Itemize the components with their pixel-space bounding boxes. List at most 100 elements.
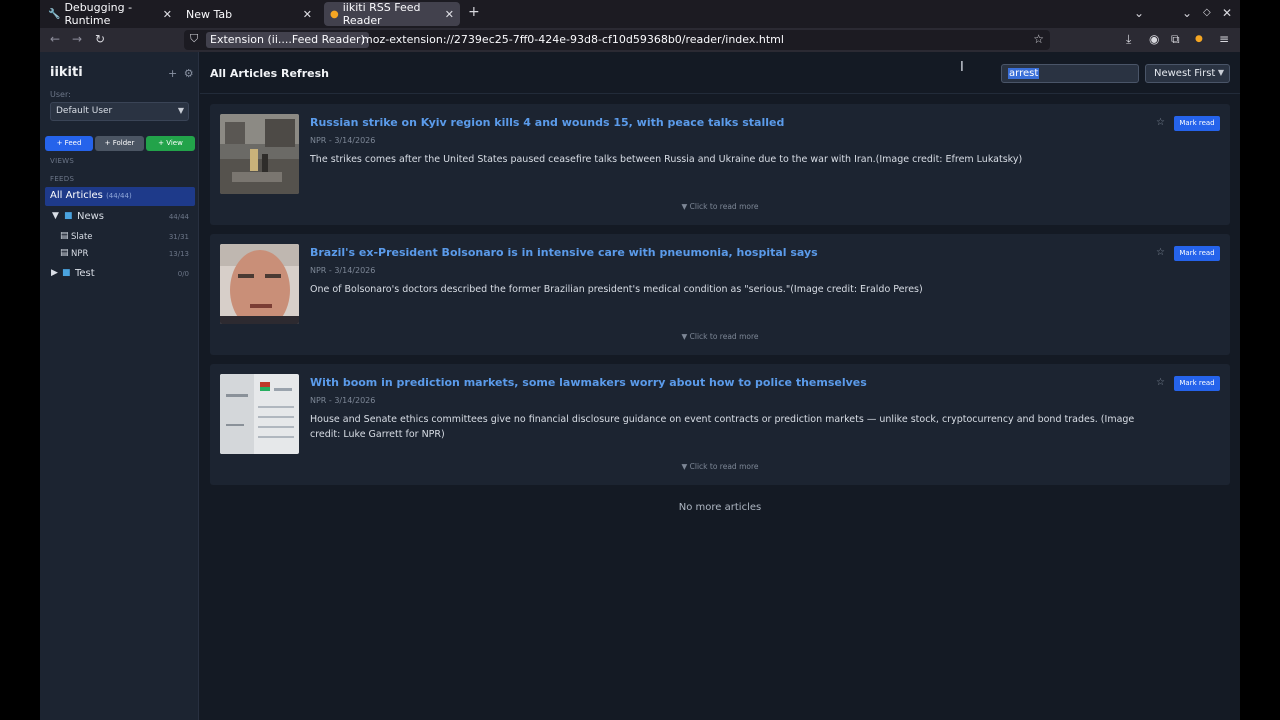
sidebar: iikiti + ⚙ User: Default User ▼ + Feed +… [40, 52, 199, 720]
star-icon[interactable]: ☆ [1156, 377, 1165, 388]
reload-icon[interactable]: ↻ [95, 32, 105, 46]
back-arrow-icon[interactable]: ← [50, 32, 60, 46]
gear-icon[interactable]: ⚙ [184, 67, 194, 80]
feed-name: NPR [71, 249, 89, 259]
extensions-puzzle-icon[interactable]: ⧉ [1171, 32, 1180, 47]
article-title[interactable]: Brazil's ex-President Bolsonaro is in in… [310, 246, 818, 259]
download-icon[interactable]: ⤓ [1126, 32, 1131, 47]
extension-favicon-icon: ● [330, 8, 339, 20]
article-card: Russian strike on Kyiv region kills 4 an… [210, 104, 1230, 225]
search-input[interactable]: arrest [1001, 64, 1139, 83]
search-input-value: arrest [1008, 68, 1040, 79]
article-thumbnail-bolsonaro[interactable] [220, 244, 299, 324]
sort-select-value: Newest First [1154, 68, 1216, 79]
add-feed-button[interactable]: + Feed [45, 136, 93, 151]
browser-window: 🔧 Debugging - Runtime ✕ New Tab ✕ ● iiki… [40, 0, 1240, 720]
read-more-toggle[interactable]: ▼ Click to read more [210, 462, 1230, 471]
feed-npr[interactable]: ▤ NPR 13/13 [40, 247, 198, 263]
bookmark-star-icon[interactable]: ☆ [1033, 32, 1044, 46]
extension-identity-chip[interactable]: Extension (ii....Feed Reader) [206, 32, 369, 48]
read-more-toggle[interactable]: ▼ Click to read more [210, 332, 1230, 341]
tab-label: New Tab [186, 7, 233, 21]
article-description: The strikes comes after the United State… [310, 154, 1023, 165]
article-description: House and Senate ethics committees give … [310, 414, 1135, 440]
views-section-label: VIEWS [50, 157, 75, 165]
folder-name: News [77, 211, 105, 222]
reader-page: iikiti + ⚙ User: Default User ▼ + Feed +… [40, 52, 1240, 720]
folder-test[interactable]: ▶ ■ Test 0/0 [40, 267, 198, 283]
article-meta: NPR - 3/14/2026 [310, 396, 376, 405]
star-icon[interactable]: ☆ [1156, 117, 1165, 128]
article-card: With boom in prediction markets, some la… [210, 364, 1230, 485]
app-brand: iikiti [50, 65, 83, 80]
feed-count: 13/13 [168, 250, 189, 258]
folder-count: 0/0 [177, 270, 189, 278]
chevron-down-icon: ▼ [177, 106, 184, 115]
feed-slate[interactable]: ▤ Slate 31/31 [40, 230, 198, 246]
tab-label: iikiti RSS Feed Reader [342, 1, 421, 27]
maximize-icon[interactable]: ◇ [1203, 7, 1211, 18]
article-title[interactable]: Russian strike on Kyiv region kills 4 an… [310, 116, 784, 129]
user-select[interactable]: Default User ▼ [50, 102, 189, 121]
user-label: User: [50, 90, 71, 99]
url-bar[interactable]: ⛉ Extension (ii....Feed Reader) moz-exte… [184, 30, 1050, 50]
feed-count: 31/31 [168, 233, 189, 241]
new-tab-plus-icon[interactable]: + [468, 4, 480, 20]
text-cursor-icon: I [960, 60, 964, 75]
close-icon[interactable]: ✕ [163, 8, 172, 21]
window-close-icon[interactable]: ✕ [1222, 6, 1232, 20]
user-select-value: Default User [56, 106, 113, 116]
sidebar-tools: + ⚙ [168, 67, 194, 80]
sort-select[interactable]: Newest First ▼ [1145, 64, 1230, 83]
folder-count: 44/44 [168, 213, 189, 221]
feed-icon: ▤ [60, 231, 69, 241]
tab-rss-reader[interactable]: ● iikiti RSS Feed Reader ✕ [324, 1, 460, 27]
wrench-icon: 🔧 [48, 8, 61, 20]
main-header: All Articles Refresh I arrest Newest Fir… [200, 52, 1240, 94]
mark-read-button[interactable]: Mark read [1174, 246, 1220, 261]
close-icon[interactable]: ✕ [445, 8, 454, 21]
article-thumbnail-prediction-markets[interactable] [220, 374, 299, 454]
feed-icon: ▤ [60, 248, 69, 258]
mark-read-button[interactable]: Mark read [1174, 116, 1220, 131]
all-articles-label: All Articles (44/44) [50, 190, 132, 201]
folder-icon: ■ [64, 211, 73, 221]
minimize-icon[interactable]: ⌄ [1182, 6, 1192, 20]
tab-new-tab[interactable]: New Tab ✕ [180, 2, 318, 26]
folder-name: Test [75, 268, 95, 279]
all-articles-item[interactable]: All Articles (44/44) [45, 187, 195, 206]
page-title: All Articles Refresh [210, 67, 329, 80]
article-meta: NPR - 3/14/2026 [310, 266, 376, 275]
add-folder-button[interactable]: + Folder [95, 136, 144, 151]
mark-read-button[interactable]: Mark read [1174, 376, 1220, 391]
folder-news[interactable]: ▼ ■ News 44/44 [40, 210, 198, 226]
star-icon[interactable]: ☆ [1156, 247, 1165, 258]
article-description: One of Bolsonaro's doctors described the… [310, 284, 923, 295]
close-icon[interactable]: ✕ [303, 8, 312, 21]
collapsed-triangle-icon[interactable]: ▶ [51, 268, 58, 278]
tab-list-chevron-icon[interactable]: ⌄ [1134, 6, 1144, 20]
tab-label: Debugging - Runtime [64, 1, 133, 27]
rss-extension-icon[interactable]: ● [1195, 34, 1203, 44]
menu-hamburger-icon[interactable]: ≡ [1219, 32, 1229, 46]
read-more-toggle[interactable]: ▼ Click to read more [210, 202, 1230, 211]
all-articles-count: (44/44) [106, 192, 132, 200]
expanded-triangle-icon[interactable]: ▼ [52, 211, 59, 221]
article-title[interactable]: With boom in prediction markets, some la… [310, 376, 867, 389]
chevron-down-icon: ▼ [1217, 68, 1224, 77]
navigation-bar: ← → ↻ ⛉ Extension (ii....Feed Reader) mo… [40, 28, 1240, 52]
add-icon[interactable]: + [168, 67, 177, 80]
article-thumbnail-kyiv[interactable] [220, 114, 299, 194]
article-card: Brazil's ex-President Bolsonaro is in in… [210, 234, 1230, 355]
feeds-section-label: FEEDS [50, 175, 75, 183]
folder-icon: ■ [62, 268, 71, 278]
main-content: All Articles Refresh I arrest Newest Fir… [200, 52, 1240, 720]
tab-debugging[interactable]: 🔧 Debugging - Runtime ✕ [42, 1, 178, 27]
account-icon[interactable]: ◉ [1149, 32, 1159, 46]
shield-icon[interactable]: ⛉ [190, 32, 198, 46]
feed-name: Slate [71, 232, 93, 242]
forward-arrow-icon[interactable]: → [72, 32, 82, 46]
article-meta: NPR - 3/14/2026 [310, 136, 376, 145]
url-text[interactable]: moz-extension://2739ec25-7ff0-424e-93d8-… [362, 33, 784, 46]
add-view-button[interactable]: + View [146, 136, 195, 151]
